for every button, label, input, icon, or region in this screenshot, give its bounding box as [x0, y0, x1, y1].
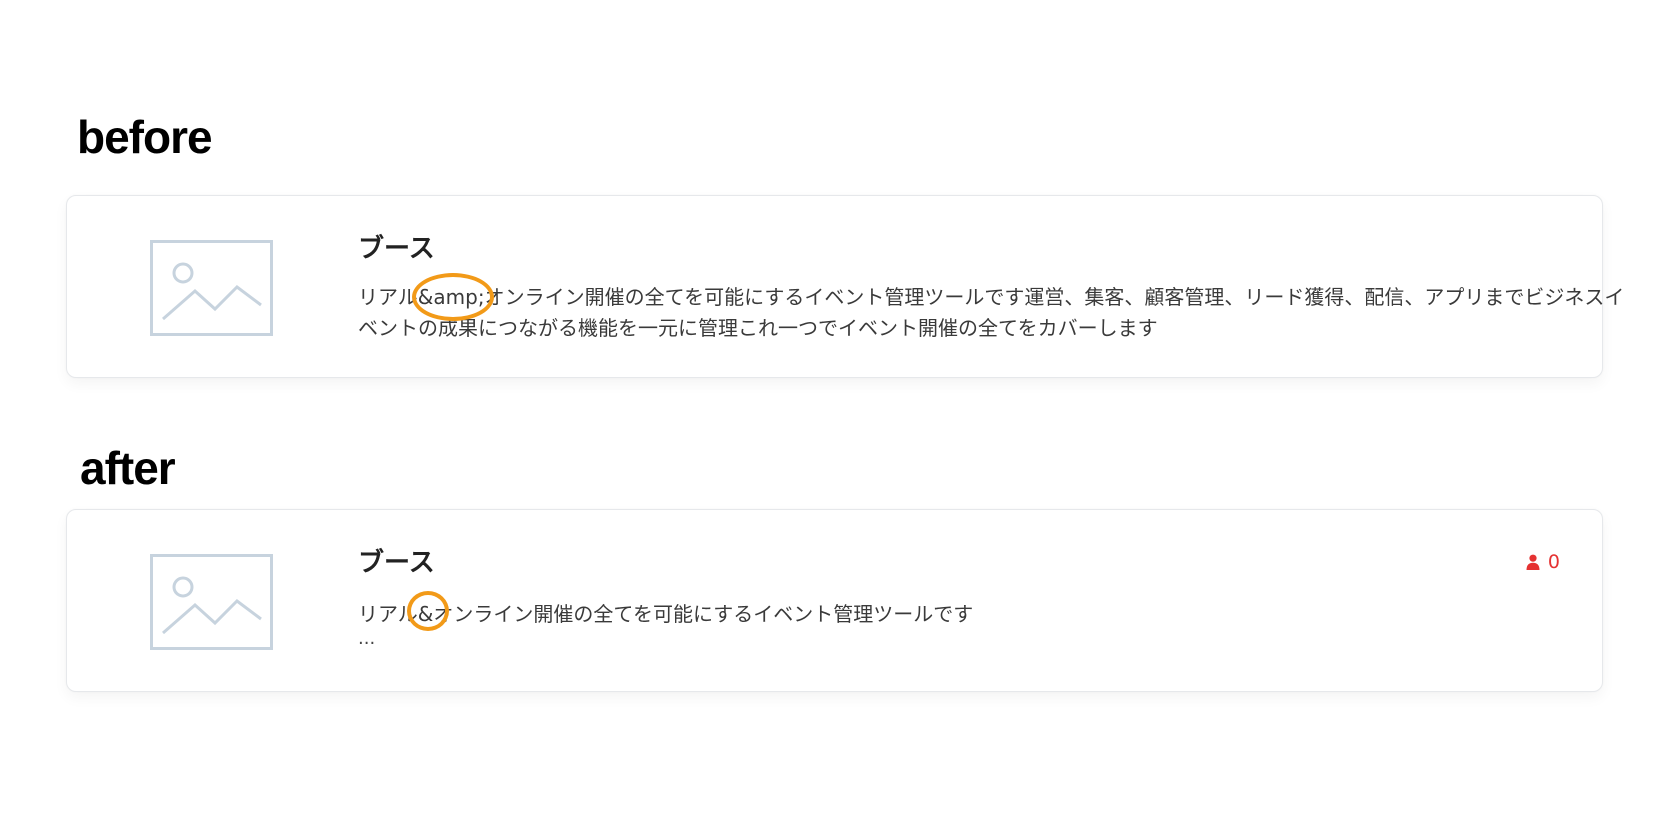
booth-card-after[interactable]: ブース リアル&オンライン開催の全てを可能にするイベント管理ツールです ... … — [66, 509, 1603, 692]
highlight-circle — [412, 273, 494, 321]
description-text: リアル&オンライン開催の全てを可能にするイベント管理ツールです — [358, 602, 974, 626]
image-placeholder-icon — [150, 554, 273, 650]
participant-count-value: 0 — [1547, 551, 1560, 573]
description-ellipsis: ... — [358, 628, 376, 649]
card-description: リアル&amp;オンライン開催の全てを可能にするイベント管理ツールです運営、集客… — [358, 285, 1625, 340]
card-title: ブース — [358, 548, 435, 578]
card-description: リアル&オンライン開催の全てを可能にするイベント管理ツールです ... — [358, 599, 1258, 648]
after-label: after — [80, 442, 176, 494]
card-title: ブース — [358, 234, 435, 264]
highlight-circle — [407, 591, 449, 631]
before-label: before — [77, 111, 213, 163]
image-placeholder-icon — [150, 240, 273, 336]
user-icon — [1526, 554, 1540, 570]
booth-card-before[interactable]: ブース リアル&amp;オンライン開催の全てを可能にするイベント管理ツールです運… — [66, 195, 1624, 378]
participant-count: 0 — [1526, 551, 1560, 573]
